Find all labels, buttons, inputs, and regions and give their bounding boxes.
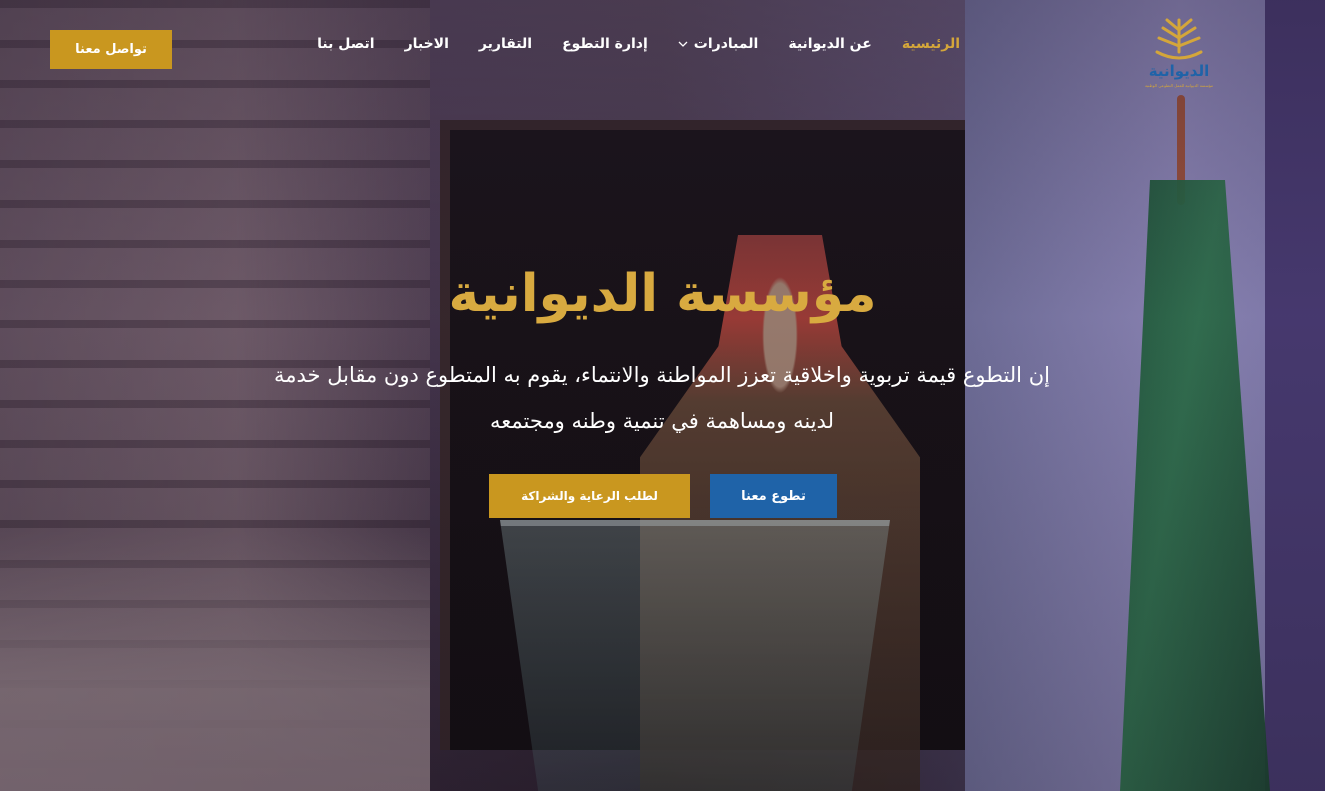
nav-label: الرئيسية bbox=[901, 36, 960, 52]
hero-title: مؤسسة الديوانية bbox=[448, 264, 877, 324]
hero-description: إن التطوع قيمة تربوية واخلاقية تعزز المو… bbox=[274, 363, 1050, 433]
nav-item-about[interactable]: عن الديوانية bbox=[788, 36, 871, 52]
nav-item-home[interactable]: الرئيسية bbox=[902, 36, 960, 52]
nav-item-news[interactable]: الاخبار bbox=[405, 36, 449, 52]
volunteer-button[interactable]: تطوع معنا bbox=[710, 474, 837, 518]
nav-item-contact[interactable]: اتصل بنا bbox=[317, 36, 374, 52]
nav-label: إدارة التطوع bbox=[562, 36, 648, 52]
nav-label: المبادرات bbox=[693, 36, 759, 52]
svg-text:الديوانية: الديوانية bbox=[1149, 62, 1209, 80]
nav-label: الاخبار bbox=[404, 36, 449, 52]
nav-label: التقارير bbox=[478, 36, 533, 52]
sponsorship-button[interactable]: لطلب الرعاية والشراكة bbox=[489, 474, 690, 518]
primary-nav: الرئيسية عن الديوانية المبادرات إدارة ال… bbox=[317, 36, 960, 52]
site-logo[interactable]: الديوانية مؤسسة الديوانية للعمل التطوعي … bbox=[1143, 12, 1215, 90]
nav-item-volunteer-management[interactable]: إدارة التطوع bbox=[562, 36, 648, 52]
nav-label: عن الديوانية bbox=[788, 36, 872, 52]
chevron-down-icon bbox=[678, 41, 688, 47]
contact-us-button[interactable]: تواصل معنا bbox=[50, 30, 172, 69]
logo-icon: الديوانية مؤسسة الديوانية للعمل التطوعي … bbox=[1145, 18, 1213, 88]
main-navbar: الديوانية مؤسسة الديوانية للعمل التطوعي … bbox=[0, 0, 1325, 95]
svg-text:مؤسسة الديوانية للعمل التطوعي: مؤسسة الديوانية للعمل التطوعي الوطنية bbox=[1145, 83, 1213, 88]
nav-label: اتصل بنا bbox=[317, 36, 375, 52]
nav-item-reports[interactable]: التقارير bbox=[479, 36, 532, 52]
nav-item-initiatives[interactable]: المبادرات bbox=[678, 36, 759, 52]
